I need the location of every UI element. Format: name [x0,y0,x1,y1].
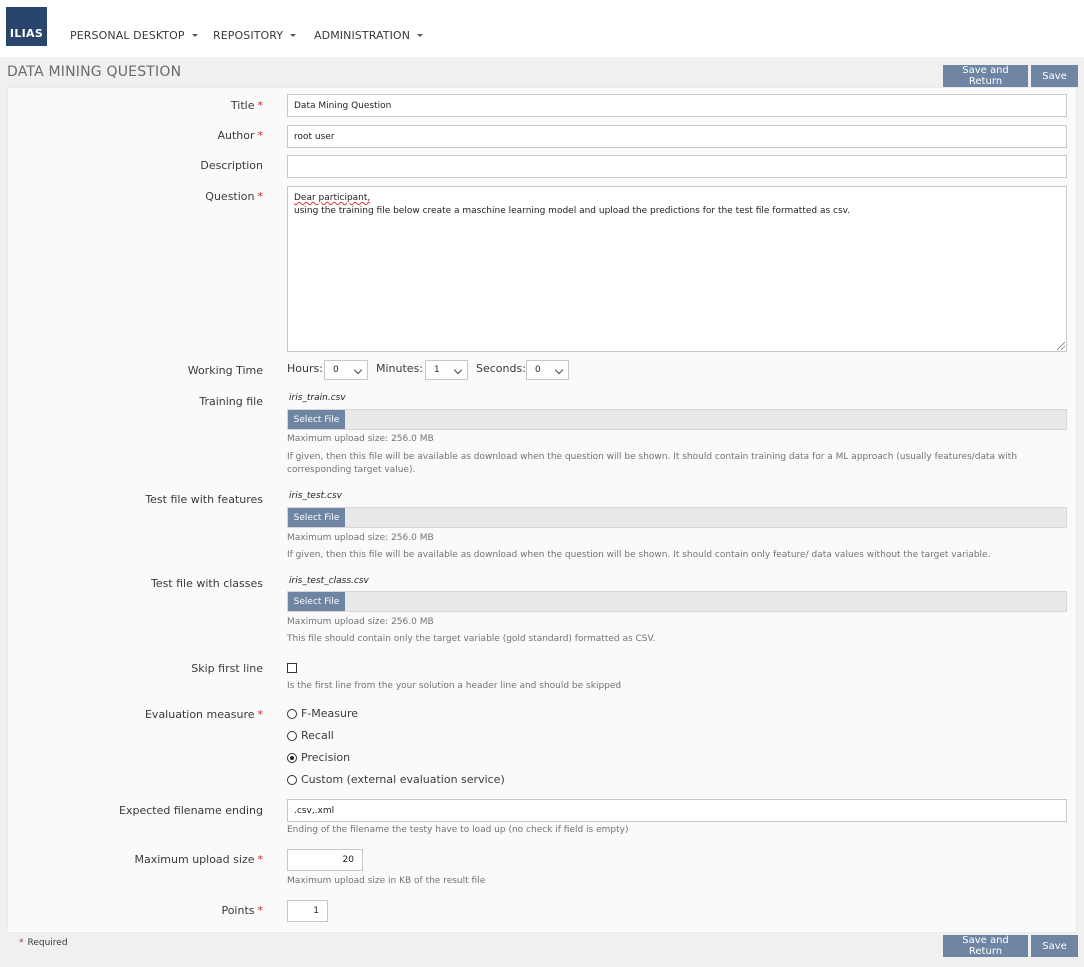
question-line-2: using the training file below create a m… [294,206,851,216]
caret-down-icon [290,34,297,37]
skip-first-line-label: Skip first line [191,662,263,675]
class-file-select-button[interactable]: Select File [288,592,345,611]
title-label: Title * [230,99,263,112]
training-file-name: iris_train.csv [289,393,346,403]
nav-repository[interactable]: REPOSITORY [213,29,297,42]
nav-administration[interactable]: ADMINISTRATION [314,29,424,42]
question-label: Question * [205,190,263,203]
training-file-input[interactable]: Select File [287,409,1067,430]
radio-custom[interactable]: Custom (external evaluation service) [287,773,505,786]
question-line-1: Dear participant, [294,193,371,203]
radio-precision[interactable]: Precision [287,751,350,764]
class-file-help: This file should contain only the target… [287,634,656,644]
title-input[interactable]: Data Mining Question [287,94,1067,117]
filename-ending-input[interactable]: .csv,.xml [287,799,1067,822]
training-file-help: If given, then this file will be availab… [287,452,1018,475]
training-file-label: Training file [199,395,263,408]
question-textarea[interactable]: Dear participant, using the training fil… [287,186,1067,352]
description-label: Description [200,159,263,172]
max-upload-size-input[interactable]: 20 [287,849,363,871]
save-button-bottom[interactable]: Save [1031,935,1078,957]
test-file-name: iris_test.csv [289,491,342,501]
skip-first-line-help: Is the first line from the your solution… [287,681,622,691]
test-file-select-button[interactable]: Select File [288,508,345,527]
training-file-select-button[interactable]: Select File [288,410,345,429]
chevron-down-icon [554,365,564,375]
save-and-return-button-top[interactable]: Save and Return [943,65,1028,87]
nav-personal-desktop[interactable]: PERSONAL DESKTOP [70,29,198,42]
radio-unchecked-icon [287,774,297,785]
class-file-name: iris_test_class.csv [289,576,369,586]
author-input[interactable]: root user [287,125,1067,148]
test-file-input[interactable]: Select File [287,507,1067,528]
radio-unchecked-icon [287,730,297,741]
radio-checked-icon [287,752,297,763]
save-and-return-button-bottom[interactable]: Save and Return [943,935,1028,957]
description-input[interactable] [287,155,1067,178]
page-title: DATA MINING QUESTION [7,64,182,80]
radio-f-measure[interactable]: F-Measure [287,707,358,720]
caret-down-icon [191,34,198,37]
filename-ending-help: Ending of the filename the testy have to… [287,825,629,835]
minutes-select[interactable]: 1 [425,360,468,380]
ilias-logo[interactable]: ILIAS [6,7,47,46]
test-file-label: Test file with features [145,493,263,506]
test-file-max-size: Maximum upload size: 256.0 MB [287,533,434,543]
training-file-max-size: Maximum upload size: 256.0 MB [287,434,434,444]
resize-handle-icon[interactable] [1057,342,1065,350]
class-file-input[interactable]: Select File [287,591,1067,612]
points-label: Points * [221,904,263,917]
radio-recall[interactable]: Recall [287,729,334,742]
evaluation-measure-label: Evaluation measure * [144,708,263,721]
radio-unchecked-icon [287,708,297,719]
max-upload-size-help: Maximum upload size in KB of the result … [287,876,486,886]
top-navbar: ILIAS PERSONAL DESKTOP REPOSITORY ADMINI… [0,0,1084,57]
required-note: * Required [19,938,68,948]
chevron-down-icon [353,365,363,375]
class-file-label: Test file with classes [150,577,263,590]
author-label: Author * [217,129,263,142]
seconds-select[interactable]: 0 [526,360,569,380]
hours-select[interactable]: 0 [324,360,368,380]
skip-first-line-checkbox[interactable] [287,663,297,673]
caret-down-icon [417,34,424,37]
class-file-max-size: Maximum upload size: 256.0 MB [287,617,434,627]
chevron-down-icon [453,365,463,375]
points-input[interactable]: 1 [287,900,328,922]
filename-ending-label: Expected filename ending [119,804,263,817]
max-upload-size-label: Maximum upload size * [134,853,264,866]
save-button-top[interactable]: Save [1031,65,1078,87]
hours-label: Hours: [287,362,323,375]
seconds-label: Seconds: [476,362,526,375]
test-file-help: If given, then this file will be availab… [287,550,991,560]
working-time-label: Working Time [187,364,263,377]
minutes-label: Minutes: [376,362,424,375]
